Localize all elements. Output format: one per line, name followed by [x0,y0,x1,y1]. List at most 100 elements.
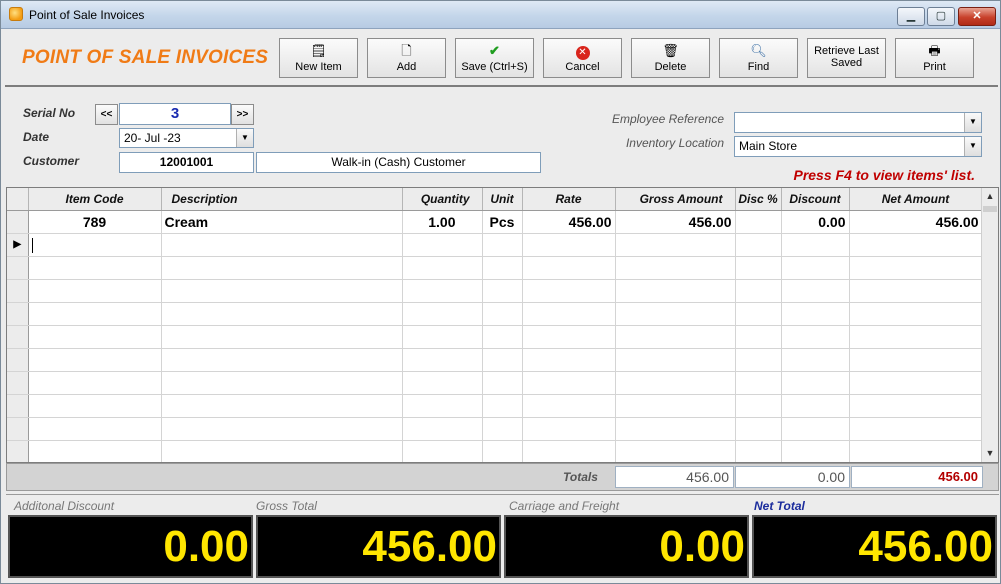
cell-empty[interactable] [402,371,483,395]
table-row-empty[interactable] [7,256,983,280]
additional-discount-display[interactable]: 0.00 [8,515,253,578]
cell-empty[interactable] [849,394,983,418]
row-selector[interactable] [7,302,29,326]
cell-empty[interactable] [482,440,523,462]
customer-code-field[interactable]: 12001001 [119,152,254,173]
save-button[interactable]: ✔ Save (Ctrl+S) [455,38,534,78]
cell-empty[interactable] [28,302,162,326]
cell-empty[interactable] [615,417,736,441]
cell-empty[interactable] [615,302,736,326]
cell-empty[interactable] [28,325,162,349]
cell-empty[interactable] [849,256,983,280]
cell-empty[interactable] [402,417,483,441]
cell-empty[interactable] [781,256,850,280]
column-header-description[interactable]: Description [161,188,403,211]
date-picker[interactable]: 20- Jul -23 ▼ [119,128,254,148]
cell-empty[interactable] [615,256,736,280]
cell-empty[interactable] [615,394,736,418]
table-row-empty[interactable] [7,371,983,395]
cell-empty[interactable] [522,325,616,349]
column-header-item-code[interactable]: Item Code [28,188,162,211]
cell-empty[interactable] [781,394,850,418]
row-selector[interactable] [7,279,29,303]
carriage-freight-display[interactable]: 0.00 [504,515,749,578]
maximize-button[interactable]: ▢ [927,7,955,26]
cell-empty[interactable] [735,371,782,395]
cell-empty[interactable] [402,279,483,303]
column-header-rate[interactable]: Rate [522,188,616,211]
table-row[interactable]: 789 Cream 1.00 Pcs 456.00 456.00 0.00 45… [7,210,983,234]
scrollbar-thumb[interactable] [983,206,997,212]
customer-name-field[interactable]: Walk-in (Cash) Customer [256,152,541,173]
cell-empty[interactable] [402,256,483,280]
items-grid[interactable]: Item Code Description Quantity Unit Rate… [6,187,999,463]
cell-empty[interactable] [522,371,616,395]
cell-empty[interactable] [615,440,736,462]
table-row-new[interactable]: ▶ [7,233,983,257]
cell-gross-amount[interactable]: 456.00 [615,210,736,234]
cell-empty[interactable] [849,325,983,349]
table-row-empty[interactable] [7,325,983,349]
row-selector[interactable] [7,210,29,234]
next-record-button[interactable]: >> [231,104,254,125]
cell-empty[interactable] [402,440,483,462]
row-selector[interactable] [7,256,29,280]
cell-empty[interactable] [615,233,736,257]
print-button[interactable]: 🖶 Print [895,38,974,78]
cell-empty[interactable] [161,417,403,441]
grid-vertical-scrollbar[interactable]: ▲ ▼ [981,188,998,462]
row-selector[interactable] [7,417,29,441]
cell-empty[interactable] [522,256,616,280]
cell-empty[interactable] [735,440,782,462]
cell-disc-pct[interactable] [735,210,782,234]
cell-discount[interactable]: 0.00 [781,210,850,234]
cell-empty[interactable] [735,279,782,303]
cell-empty[interactable] [781,233,850,257]
cell-empty[interactable] [522,233,616,257]
cell-quantity[interactable]: 1.00 [402,210,483,234]
cell-empty[interactable] [161,233,403,257]
cell-empty[interactable] [781,440,850,462]
cell-empty[interactable] [735,233,782,257]
cell-empty[interactable] [735,256,782,280]
table-row-empty[interactable] [7,440,983,462]
cell-empty[interactable] [482,256,523,280]
column-header-gross-amount[interactable]: Gross Amount [615,188,736,211]
retrieve-last-saved-button[interactable]: Retrieve Last Saved [807,38,886,78]
scroll-down-icon[interactable]: ▼ [982,445,998,462]
column-header-quantity[interactable]: Quantity [402,188,483,211]
cell-item-code-editor[interactable] [28,233,162,257]
cell-empty[interactable] [522,440,616,462]
cell-empty[interactable] [522,302,616,326]
scroll-up-icon[interactable]: ▲ [982,188,998,205]
new-item-button[interactable]: 🗒 New Item [279,38,358,78]
cell-unit[interactable]: Pcs [482,210,523,234]
cell-empty[interactable] [849,233,983,257]
cell-empty[interactable] [849,371,983,395]
cell-item-code[interactable]: 789 [28,210,162,234]
cell-empty[interactable] [522,417,616,441]
cell-empty[interactable] [161,279,403,303]
cell-empty[interactable] [161,325,403,349]
cell-empty[interactable] [615,279,736,303]
cell-empty[interactable] [735,394,782,418]
cell-empty[interactable] [161,394,403,418]
cell-empty[interactable] [781,325,850,349]
row-selector[interactable] [7,394,29,418]
cell-net-amount[interactable]: 456.00 [849,210,983,234]
cell-empty[interactable] [781,279,850,303]
cell-empty[interactable] [161,348,403,372]
table-row-empty[interactable] [7,279,983,303]
cell-empty[interactable] [522,348,616,372]
cell-empty[interactable] [28,256,162,280]
cell-empty[interactable] [161,256,403,280]
cell-empty[interactable] [781,348,850,372]
cell-empty[interactable] [482,325,523,349]
cell-empty[interactable] [482,371,523,395]
chevron-down-icon[interactable]: ▼ [964,137,981,156]
close-button[interactable]: ✕ [958,7,996,26]
cell-empty[interactable] [781,371,850,395]
cell-empty[interactable] [402,302,483,326]
cell-empty[interactable] [735,302,782,326]
cell-empty[interactable] [28,394,162,418]
